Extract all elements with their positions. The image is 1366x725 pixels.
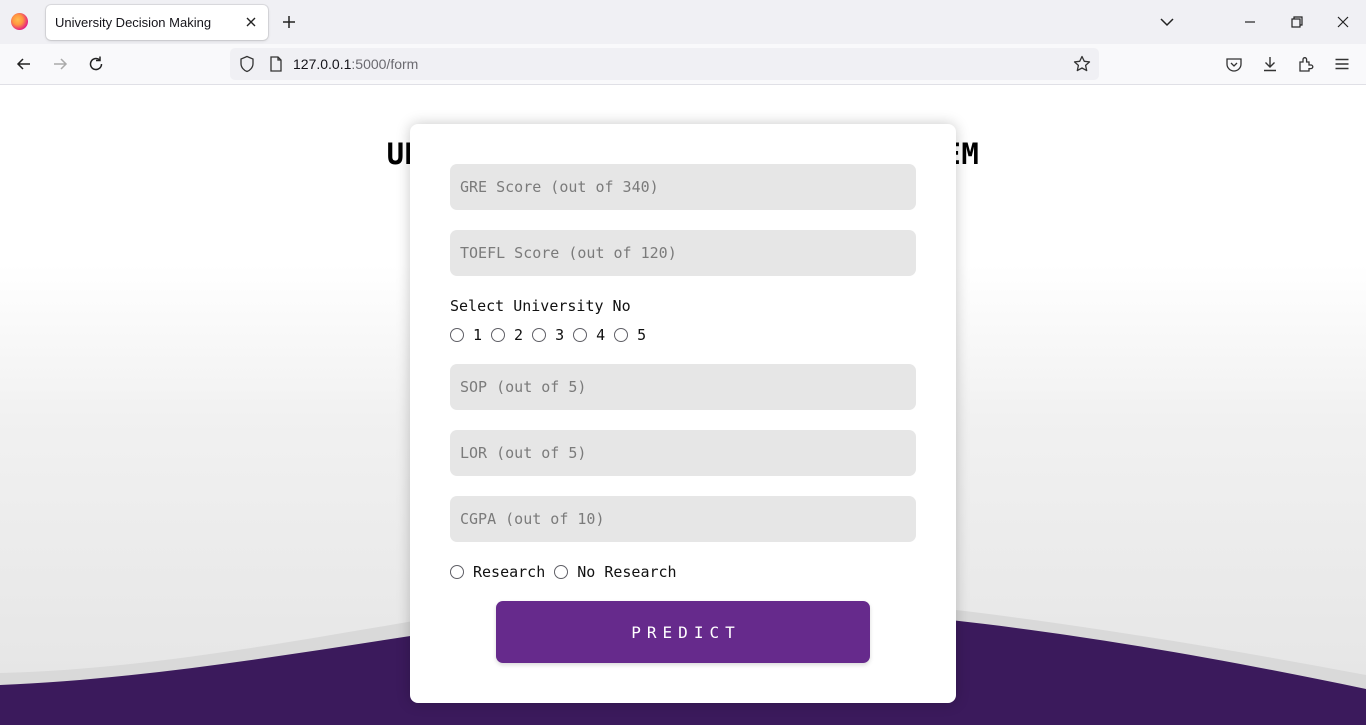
page-info-icon[interactable] [266, 54, 286, 74]
university-option-label: 4 [596, 326, 606, 344]
research-no-label: No Research [577, 563, 677, 581]
url-bar[interactable]: 127.0.0.1:5000/form [230, 48, 1099, 80]
sop-field[interactable] [450, 364, 916, 410]
university-option-label: 1 [473, 326, 483, 344]
university-option-label: 5 [637, 326, 647, 344]
minimize-icon[interactable] [1240, 12, 1260, 32]
tab-title: University Decision Making [55, 15, 212, 30]
reload-icon[interactable] [86, 54, 106, 74]
gre-score-field[interactable] [450, 164, 916, 210]
university-option-4[interactable]: 4 [573, 326, 605, 344]
back-icon[interactable] [14, 54, 34, 74]
university-option-label: 2 [514, 326, 524, 344]
lor-input[interactable] [450, 430, 916, 476]
gre-score-input[interactable] [450, 164, 916, 210]
radio-button[interactable] [573, 328, 588, 342]
lor-field[interactable] [450, 430, 916, 476]
downloads-icon[interactable] [1260, 54, 1280, 74]
new-tab-icon[interactable] [280, 13, 298, 31]
radio-button[interactable] [450, 328, 464, 342]
page-content: UNIVERSITY DECISION MAKING SYSTEM Select… [0, 85, 1366, 725]
close-window-icon[interactable] [1333, 12, 1353, 32]
radio-button[interactable] [532, 328, 547, 342]
radio-button[interactable] [450, 565, 464, 579]
restore-icon[interactable] [1287, 12, 1307, 32]
list-all-tabs-icon[interactable] [1157, 12, 1177, 32]
app-menu-icon[interactable] [1332, 54, 1352, 74]
toefl-score-input[interactable] [450, 230, 916, 276]
bookmark-star-icon[interactable] [1072, 54, 1092, 74]
browser-tab-bar: University Decision Making [0, 0, 1366, 44]
university-select-label: Select University No [450, 297, 631, 315]
radio-button[interactable] [554, 565, 569, 579]
university-option-3[interactable]: 3 [532, 326, 564, 344]
url-host: 127.0.0.1 [293, 56, 352, 72]
browser-nav-bar: 127.0.0.1:5000/form [0, 44, 1366, 85]
url-path: :5000/form [351, 56, 419, 72]
cgpa-field[interactable] [450, 496, 916, 542]
research-yes-label: Research [473, 563, 546, 581]
university-option-1[interactable]: 1 [450, 326, 482, 344]
research-radio-group: Research No Research [450, 563, 686, 581]
pocket-icon[interactable] [1224, 54, 1244, 74]
university-option-label: 3 [555, 326, 565, 344]
sop-input[interactable] [450, 364, 916, 410]
university-option-5[interactable]: 5 [614, 326, 646, 344]
predict-button[interactable]: PREDICT [496, 601, 870, 663]
forward-icon[interactable] [50, 54, 70, 74]
research-option-yes[interactable]: Research [450, 563, 545, 581]
close-tab-icon[interactable] [242, 13, 260, 31]
radio-button[interactable] [614, 328, 629, 342]
tracking-shield-icon[interactable] [237, 54, 257, 74]
research-option-no[interactable]: No Research [554, 563, 677, 581]
radio-button[interactable] [491, 328, 506, 342]
university-option-2[interactable]: 2 [491, 326, 523, 344]
predict-button-label: PREDICT [631, 622, 741, 642]
firefox-logo-icon [11, 13, 28, 30]
prediction-form-card: Select University No 1 2 3 4 5 [410, 124, 956, 703]
browser-tab-active[interactable]: University Decision Making [46, 5, 268, 40]
toefl-score-field[interactable] [450, 230, 916, 276]
extensions-icon[interactable] [1296, 54, 1316, 74]
university-radio-group: 1 2 3 4 5 [450, 326, 655, 344]
cgpa-input[interactable] [450, 496, 916, 542]
url-text: 127.0.0.1:5000/form [293, 56, 418, 72]
